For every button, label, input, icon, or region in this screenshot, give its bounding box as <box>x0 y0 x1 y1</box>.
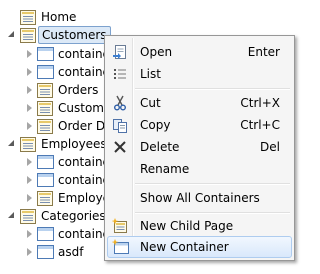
tree-node-label: Orders <box>58 83 99 97</box>
tree-node-label: Categories <box>41 209 106 223</box>
collapse-arrow-icon[interactable] <box>27 86 32 94</box>
menu-item-label: Show All Containers <box>140 191 260 205</box>
menu-item-copy[interactable]: Copy Ctrl+C <box>107 114 292 136</box>
tree-node-orders[interactable]: Orders <box>0 80 104 100</box>
tree-node-label: containe <box>58 65 110 79</box>
tree-node-employees[interactable]: Employees <box>0 134 107 154</box>
menu-item-label: List <box>140 67 161 81</box>
tree-node-label: Employees <box>41 137 107 151</box>
tree-node-container[interactable]: containe <box>0 62 110 82</box>
copy-icon <box>112 117 128 136</box>
menu-item-shortcut: Enter <box>247 45 280 59</box>
menu-item-label: New Child Page <box>140 219 234 233</box>
tree-node-categories[interactable]: Categories <box>0 206 106 226</box>
context-menu: Open Enter List Cut Ctrl+X Copy Ctrl+C D… <box>104 35 295 261</box>
menu-separator <box>135 183 290 185</box>
menu-item-shortcut: Ctrl+X <box>240 96 280 110</box>
expand-arrow-icon[interactable] <box>8 212 14 218</box>
list-icon <box>112 66 128 85</box>
tree-node-employees-view[interactable]: Employe <box>0 188 110 208</box>
menu-item-label: Rename <box>140 162 190 176</box>
collapse-arrow-icon[interactable] <box>27 104 32 112</box>
collapse-arrow-icon[interactable] <box>27 68 32 76</box>
new-page-icon <box>111 218 128 237</box>
menu-item-label: Delete <box>140 140 180 154</box>
tree-node-label: Home <box>41 10 77 24</box>
menu-item-label: Cut <box>140 96 161 110</box>
menu-item-new-child-page[interactable]: New Child Page <box>107 215 292 237</box>
menu-separator <box>135 88 290 90</box>
menu-item-rename[interactable]: Rename <box>107 158 292 180</box>
tree-node-label: asdf <box>58 245 84 259</box>
open-icon <box>112 44 128 63</box>
tree-node-container[interactable]: containe <box>0 152 110 172</box>
tree-node-label: containe <box>58 155 110 169</box>
expand-arrow-icon[interactable] <box>8 31 14 37</box>
tree-node-label: Employe <box>58 191 111 205</box>
tree-node-container[interactable]: containe <box>0 170 110 190</box>
delete-x-icon <box>112 139 128 158</box>
menu-item-show-all-containers[interactable]: Show All Containers <box>107 187 292 209</box>
tree-node-container[interactable]: containe <box>0 44 110 64</box>
scissors-icon <box>112 95 128 114</box>
menu-separator <box>135 212 290 214</box>
menu-item-delete[interactable]: Delete Del <box>107 136 292 158</box>
tree-node-label: containe <box>58 47 110 61</box>
tree-node-label: containe <box>58 173 110 187</box>
menu-item-cut[interactable]: Cut Ctrl+X <box>107 92 292 114</box>
tree-node-home[interactable]: Home <box>0 7 110 27</box>
menu-item-label: Copy <box>140 118 171 132</box>
tree-node-customers[interactable]: Customers <box>0 25 111 45</box>
menu-item-label: Open <box>140 45 173 59</box>
collapse-arrow-icon[interactable] <box>27 50 32 58</box>
tree-node-label: Customers <box>38 26 111 44</box>
menu-item-new-container[interactable]: New Container <box>107 236 292 258</box>
tree-node-customers-view[interactable]: Custome <box>0 98 111 118</box>
tree-node-label: containe <box>58 227 110 241</box>
menu-item-open[interactable]: Open Enter <box>107 41 292 63</box>
container-icon <box>37 245 54 262</box>
collapse-arrow-icon[interactable] <box>27 230 32 238</box>
new-container-icon <box>111 239 130 258</box>
tree-node-asdf[interactable]: asdf <box>0 242 104 262</box>
expand-arrow-icon[interactable] <box>8 140 14 146</box>
collapse-arrow-icon[interactable] <box>27 158 32 166</box>
collapse-arrow-icon[interactable] <box>27 248 32 256</box>
tree-node-container[interactable]: containe <box>0 224 110 244</box>
menu-item-shortcut: Ctrl+C <box>240 118 280 132</box>
collapse-arrow-icon[interactable] <box>27 194 32 202</box>
menu-item-shortcut: Del <box>260 140 280 154</box>
collapse-arrow-icon[interactable] <box>27 176 32 184</box>
menu-item-label: New Container <box>140 240 229 254</box>
menu-item-list[interactable]: List <box>107 63 292 85</box>
tree-node-order-details[interactable]: Order De <box>0 116 113 136</box>
collapse-arrow-icon[interactable] <box>27 122 32 130</box>
